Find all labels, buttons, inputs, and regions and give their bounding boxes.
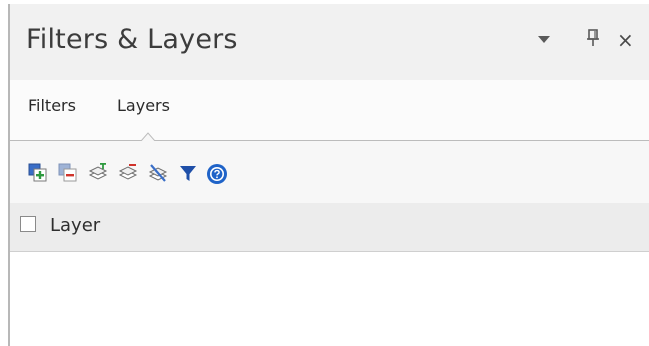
help-icon[interactable] xyxy=(206,163,227,184)
tab-strip: Filters Layers xyxy=(10,80,649,142)
layers-toolbar xyxy=(10,141,649,203)
filter-icon[interactable] xyxy=(178,163,198,183)
tab-layers[interactable]: Layers xyxy=(117,96,170,115)
layer-grid-header: Layer xyxy=(10,203,649,252)
add-layer-icon[interactable] xyxy=(28,163,48,183)
close-icon[interactable]: × xyxy=(617,30,634,50)
column-header-layer[interactable]: Layer xyxy=(50,215,100,236)
panel-titlebar: Filters & Layers × xyxy=(10,4,649,80)
clear-layer-icon[interactable] xyxy=(148,163,168,183)
filters-layers-panel: Filters & Layers × Filters Layers Layer xyxy=(8,4,649,346)
remove-from-layer-icon[interactable] xyxy=(118,163,138,183)
pin-icon[interactable] xyxy=(586,28,600,48)
chevron-down-icon[interactable] xyxy=(538,36,550,43)
tab-filters[interactable]: Filters xyxy=(28,96,76,115)
layer-grid-body xyxy=(10,252,649,346)
active-tab-indicator xyxy=(141,132,155,142)
panel-title: Filters & Layers xyxy=(26,24,238,55)
select-all-checkbox[interactable] xyxy=(20,216,36,232)
add-to-layer-icon[interactable] xyxy=(88,163,108,183)
remove-layer-icon[interactable] xyxy=(58,163,78,183)
